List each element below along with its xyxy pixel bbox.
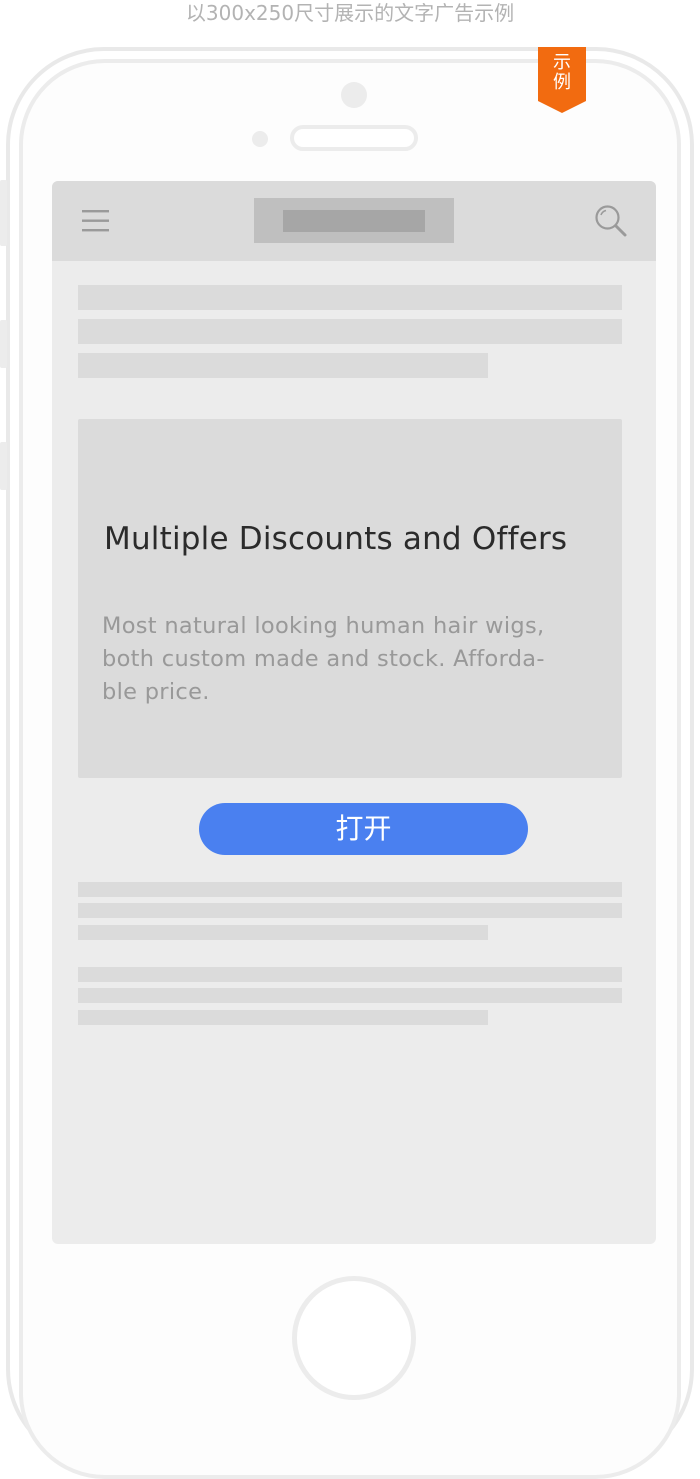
logo-placeholder	[254, 198, 454, 243]
ad-description: Most natural looking human hair wigs, bo…	[102, 610, 602, 709]
badge-line-1: 示	[553, 52, 571, 73]
hamburger-menu-icon[interactable]	[81, 208, 111, 234]
text-placeholder-line	[78, 967, 622, 982]
phone-camera	[341, 82, 367, 108]
top-bar	[52, 181, 656, 261]
search-icon[interactable]	[594, 204, 628, 238]
example-caption: 以300x250尺寸展示的文字广告示例	[185, 1, 515, 25]
open-button[interactable]: 打开	[199, 803, 528, 855]
text-placeholder-line	[78, 882, 622, 897]
logo-placeholder-inner	[283, 210, 425, 232]
text-placeholder-line	[78, 988, 622, 1003]
phone-volume-up-button	[0, 320, 7, 368]
text-placeholder-line	[78, 353, 488, 378]
text-placeholder-line	[78, 319, 622, 344]
phone-sensor	[252, 131, 268, 147]
ad-description-line: both custom made and stock. Afforda-	[102, 646, 545, 672]
phone-side-button	[0, 180, 7, 246]
ad-description-line: Most natural looking human hair wigs,	[102, 613, 545, 639]
example-badge: 示 例	[538, 47, 586, 113]
text-placeholder-line	[78, 285, 622, 310]
phone-volume-down-button	[0, 442, 7, 490]
phone-speaker	[290, 125, 418, 151]
phone-screen: Multiple Discounts and Offers Most natur…	[52, 181, 656, 1244]
badge-line-2: 例	[553, 72, 571, 93]
text-ad-card[interactable]: Multiple Discounts and Offers Most natur…	[78, 419, 622, 778]
home-button[interactable]	[292, 1276, 416, 1400]
text-placeholder-line	[78, 903, 622, 918]
text-placeholder-line	[78, 925, 488, 940]
text-placeholder-line	[78, 1010, 488, 1025]
ad-title: Multiple Discounts and Offers	[104, 521, 568, 557]
ad-description-line: ble price.	[102, 679, 210, 705]
